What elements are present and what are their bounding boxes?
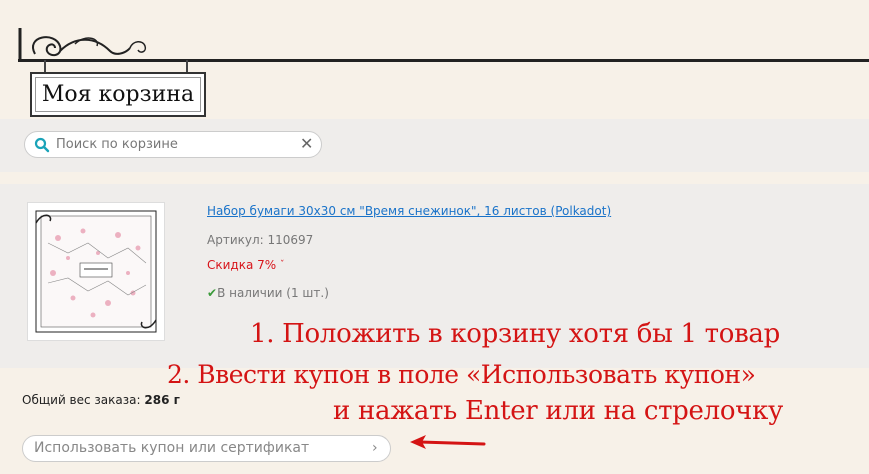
annotation-step-3: и нажать Enter или на стрелочку <box>333 396 784 426</box>
product-thumbnail[interactable] <box>27 202 165 341</box>
search-placeholder: Поиск по корзине <box>56 137 178 152</box>
page-title: Моя корзина <box>30 72 206 117</box>
product-name-link[interactable]: Набор бумаги 30х30 см "Время снежинок", … <box>207 204 611 218</box>
check-icon: ✔ <box>207 286 218 300</box>
clear-search-icon[interactable]: ✕ <box>300 136 313 152</box>
red-arrow-annotation <box>410 435 486 449</box>
sign-chain-right <box>186 60 188 72</box>
order-weight-value: 286 г <box>144 393 180 407</box>
search-icon <box>34 137 50 153</box>
sign-rod <box>18 59 869 62</box>
annotation-step-1: 1. Положить в корзину хотя бы 1 товар <box>250 319 780 349</box>
discount-toggle[interactable]: Скидка 7% ˇ <box>207 258 285 272</box>
discount-label: Скидка 7% <box>207 258 277 272</box>
chevron-down-icon: ˇ <box>280 260 285 270</box>
product-image <box>35 210 157 333</box>
product-sku: Артикул: 110697 <box>207 233 314 247</box>
coupon-submit-chevron-icon[interactable]: › <box>372 440 378 456</box>
order-weight: Общий вес заказа: 286 г <box>22 393 180 407</box>
order-weight-label: Общий вес заказа: <box>22 393 141 407</box>
stock-status: ✔В наличии (1 шт.) <box>207 286 329 300</box>
coupon-placeholder: Использовать купон или сертификат <box>34 440 310 456</box>
sign-chain-left <box>44 60 46 72</box>
stock-label: В наличии (1 шт.) <box>217 286 329 300</box>
annotation-step-2: 2. Ввести купон в поле «Использовать куп… <box>167 360 756 389</box>
